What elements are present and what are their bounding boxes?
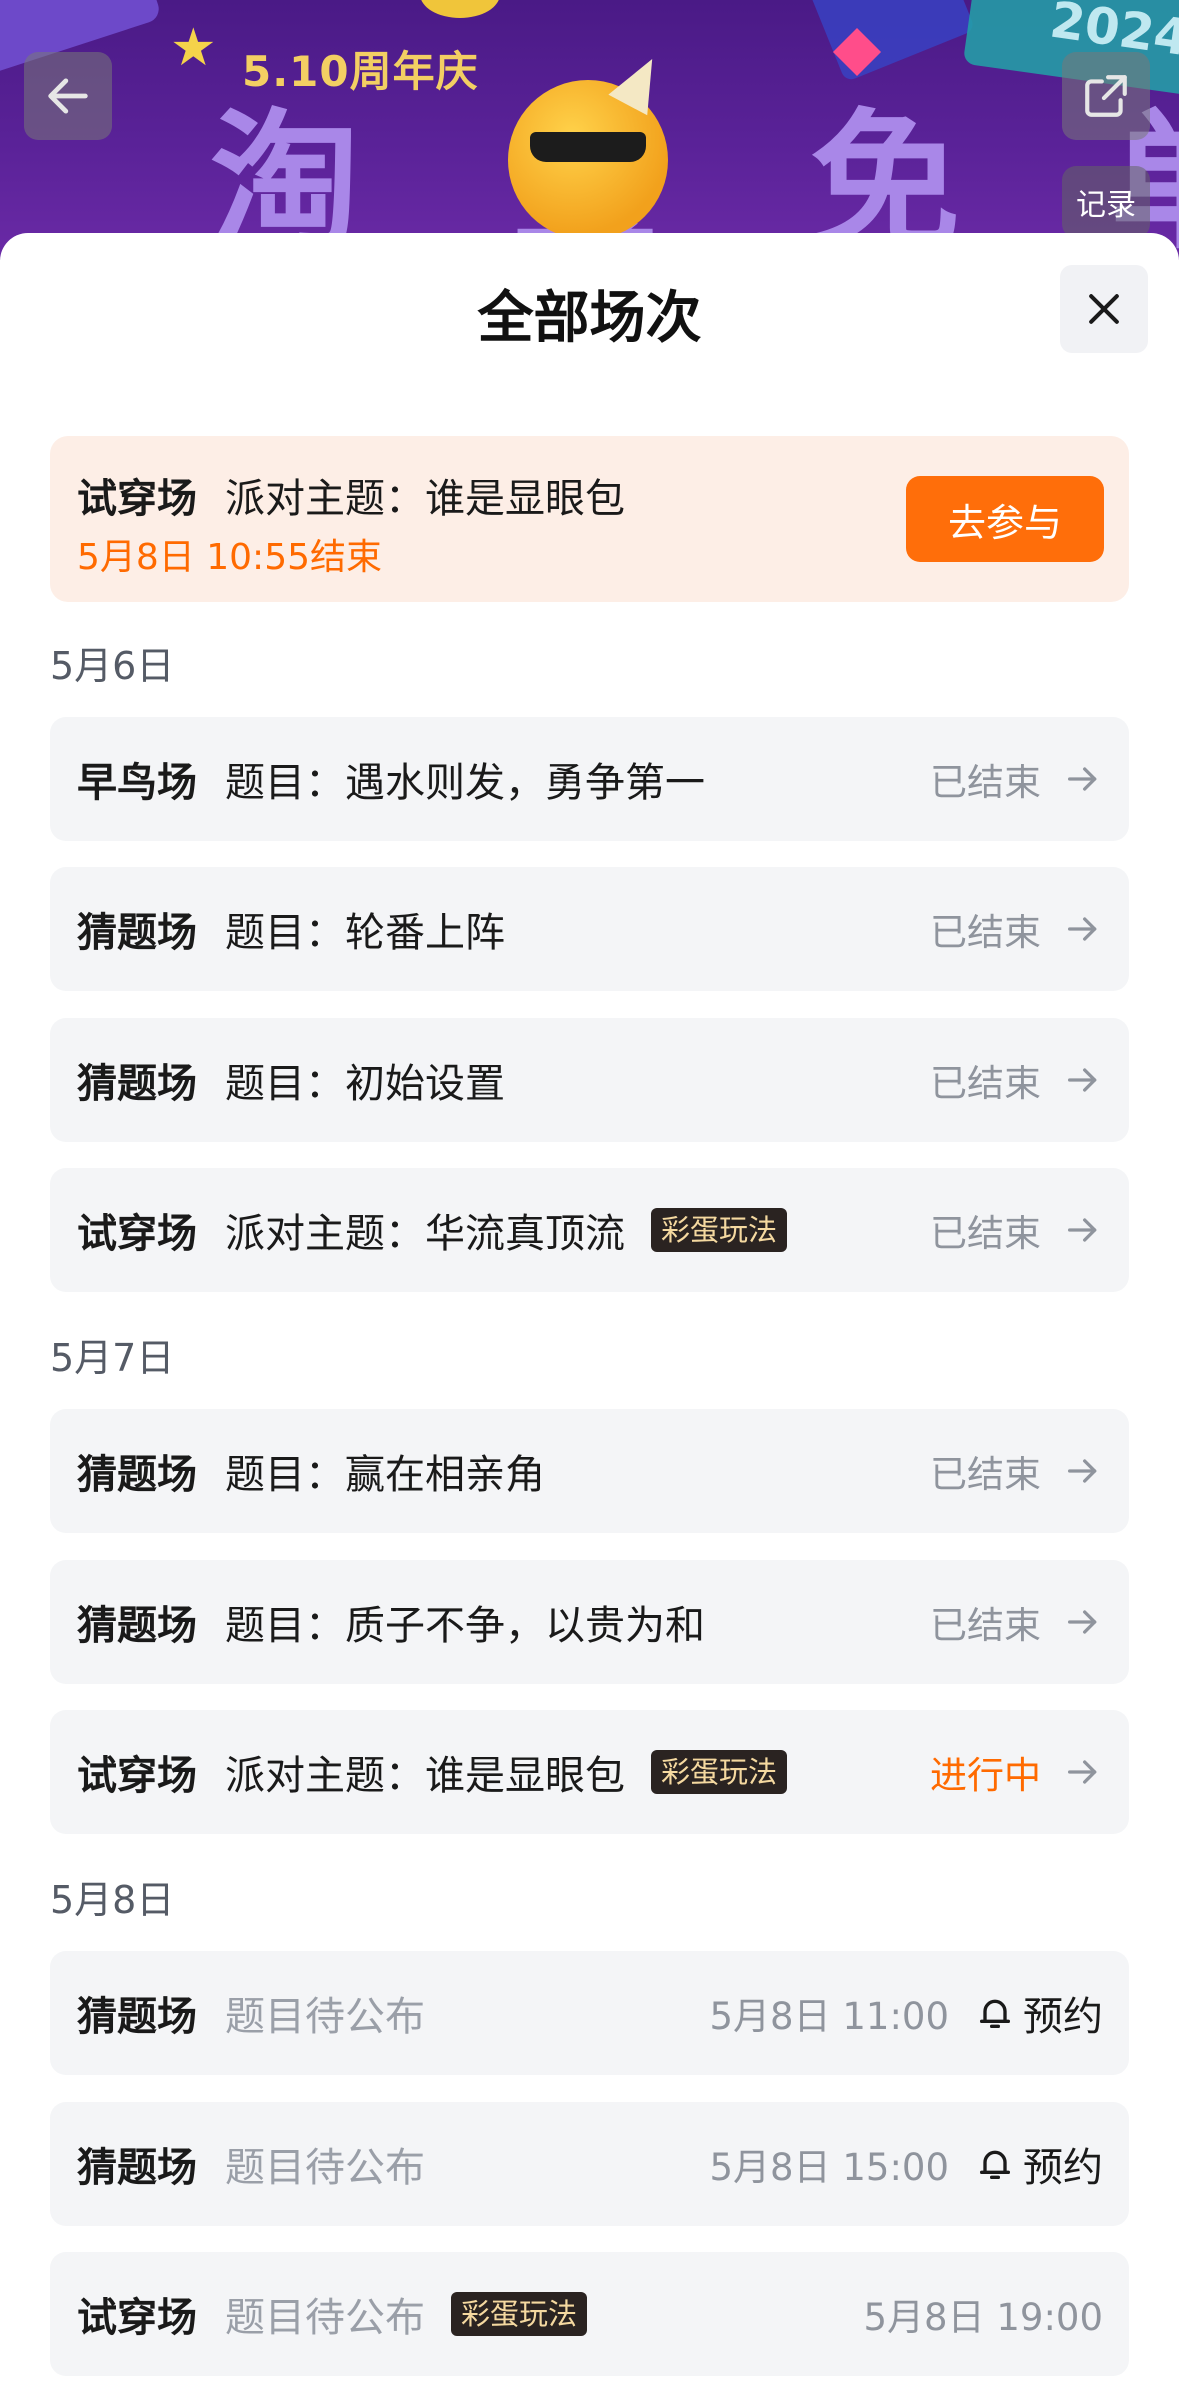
share-icon (1085, 75, 1127, 117)
session-topic: 题目：遇水则发，勇争第一 (225, 760, 705, 806)
arrow-right-icon (1063, 1752, 1103, 1792)
sheet-title: 全部场次 (477, 286, 702, 351)
session-row[interactable]: 猜题场 题目：赢在相亲角 已结束 (50, 1409, 1129, 1533)
session-topic: 题目：质子不争，以贵为和 (225, 1603, 705, 1649)
session-kind: 试穿场 (77, 1753, 197, 1799)
session-topic: 题目待公布 (225, 2145, 425, 2191)
arrow-left-icon (48, 78, 88, 114)
easter-egg-badge: 彩蛋玩法 (451, 2292, 588, 2336)
date-header: 5月7日 (50, 1336, 175, 1380)
session-status: 进行中 (930, 1754, 1041, 1797)
close-button[interactable] (1060, 265, 1148, 353)
session-kind: 猜题场 (77, 1452, 197, 1498)
arrow-right-icon (1063, 1451, 1103, 1491)
session-kind: 试穿场 (77, 476, 197, 522)
session-kind: 猜题场 (77, 2145, 197, 2191)
session-kind: 猜题场 (77, 1061, 197, 1107)
reminder-label: 预约 (1023, 1994, 1103, 2040)
session-topic: 派对主题：谁是显眼包 (225, 1753, 625, 1799)
session-kind: 猜题场 (77, 1994, 197, 2040)
arrow-right-icon (1063, 909, 1103, 949)
date-header: 5月6日 (50, 644, 175, 688)
session-status: 已结束 (930, 1062, 1041, 1105)
banner-decoration (420, 0, 500, 18)
record-button[interactable]: 记录 (1062, 166, 1150, 238)
arrow-right-icon (1063, 1210, 1103, 1250)
session-status: 已结束 (930, 1604, 1041, 1647)
reminder-button[interactable]: 预约 (975, 2135, 1103, 2193)
session-kind: 早鸟场 (77, 760, 197, 806)
star-icon: ★ (170, 18, 217, 78)
session-row[interactable]: 猜题场 题目待公布 5月8日 15:00 预约 (50, 2102, 1129, 2226)
easter-egg-badge: 彩蛋玩法 (651, 1208, 788, 1252)
reminder-button[interactable]: 预约 (975, 1984, 1103, 2042)
arrow-right-icon (1063, 1602, 1103, 1642)
session-row[interactable]: 试穿场 题目待公布 彩蛋玩法 5月8日 19:00 (50, 2252, 1129, 2376)
mascot-image (508, 48, 672, 240)
bell-icon (980, 1999, 1010, 2028)
featured-session-card[interactable]: 试穿场 派对主题：谁是显眼包 5月8日 10:55结束 去参与 (50, 436, 1129, 602)
session-row[interactable]: 试穿场 派对主题：谁是显眼包 彩蛋玩法 进行中 (50, 1710, 1129, 1834)
session-row[interactable]: 猜题场 题目：初始设置 已结束 (50, 1018, 1129, 1142)
session-time: 5月8日 19:00 (863, 2296, 1103, 2339)
anniversary-label: 5.10周年庆 (242, 47, 479, 96)
back-button[interactable] (24, 52, 112, 140)
event-banner: ★ 5.10周年庆 淘宝免单 2024 记录 (0, 0, 1179, 260)
date-header: 5月8日 (50, 1878, 175, 1922)
session-kind: 猜题场 (77, 1603, 197, 1649)
session-topic: 题目：赢在相亲角 (225, 1452, 545, 1498)
session-status: 已结束 (930, 1212, 1041, 1255)
session-kind: 猜题场 (77, 910, 197, 956)
share-button[interactable] (1062, 52, 1150, 140)
session-topic: 题目：初始设置 (225, 1061, 505, 1107)
session-time: 5月8日 15:00 (709, 2146, 949, 2189)
reminder-label: 预约 (1023, 2145, 1103, 2191)
session-topic: 派对主题：谁是显眼包 (225, 476, 625, 522)
session-topic: 题目待公布 (225, 2295, 425, 2341)
bell-icon (980, 2150, 1010, 2179)
all-sessions-sheet: 全部场次 试穿场 派对主题：谁是显眼包 5月8日 10:55结束 去参与 5月6日… (0, 233, 1179, 2407)
session-time: 5月8日 11:00 (709, 1995, 949, 2038)
session-status: 已结束 (930, 1453, 1041, 1496)
session-row[interactable]: 猜题场 题目：质子不争，以贵为和 已结束 (50, 1560, 1129, 1684)
close-icon (1089, 294, 1119, 324)
easter-egg-badge: 彩蛋玩法 (651, 1750, 788, 1794)
session-row[interactable]: 猜题场 题目待公布 5月8日 11:00 预约 (50, 1951, 1129, 2075)
session-topic: 题目待公布 (225, 1994, 425, 2040)
session-row[interactable]: 猜题场 题目：轮番上阵 已结束 (50, 867, 1129, 991)
arrow-right-icon (1063, 1060, 1103, 1100)
session-status: 已结束 (930, 761, 1041, 804)
join-button[interactable]: 去参与 (906, 476, 1104, 562)
session-row[interactable]: 早鸟场 题目：遇水则发，勇争第一 已结束 (50, 717, 1129, 841)
session-row[interactable]: 试穿场 派对主题：华流真顶流 彩蛋玩法 已结束 (50, 1168, 1129, 1292)
session-topic: 题目：轮番上阵 (225, 910, 505, 956)
session-topic: 派对主题：华流真顶流 (225, 1211, 625, 1257)
session-kind: 试穿场 (77, 1211, 197, 1257)
session-status: 已结束 (930, 911, 1041, 954)
session-end-time: 5月8日 10:55结束 (77, 537, 382, 578)
session-kind: 试穿场 (77, 2295, 197, 2341)
arrow-right-icon (1063, 759, 1103, 799)
sunglasses-icon (530, 132, 646, 162)
banner-decoration (804, 0, 976, 83)
